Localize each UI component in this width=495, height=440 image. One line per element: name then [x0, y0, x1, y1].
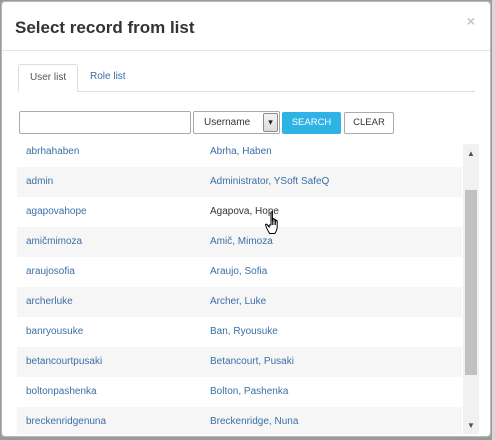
username-cell[interactable]: abrhahaben — [26, 144, 79, 167]
search-button[interactable]: SEARCH — [282, 112, 341, 134]
username-cell[interactable]: agapovahope — [26, 197, 87, 227]
username-cell[interactable]: archerluke — [26, 287, 73, 317]
hand-pointer-icon — [265, 211, 278, 234]
clear-button[interactable]: CLEAR — [344, 112, 394, 134]
username-cell[interactable]: araujosofia — [26, 257, 75, 287]
chevron-down-icon[interactable]: ▾ — [263, 113, 278, 132]
fullname-cell[interactable]: Administrator, YSoft SafeQ — [210, 167, 329, 197]
username-cell[interactable]: admin — [26, 167, 53, 197]
list-item[interactable]: banryousuke Ban, Ryousuke — [17, 317, 462, 347]
list-item[interactable]: archerluke Archer, Luke — [17, 287, 462, 317]
fullname-cell[interactable]: Breckenridge, Nuna — [210, 407, 298, 434]
search-input[interactable] — [19, 111, 191, 134]
tab-user-list[interactable]: User list — [18, 64, 79, 92]
tab-bar: User list Role list — [18, 64, 475, 92]
fullname-cell[interactable]: Archer, Luke — [210, 287, 266, 317]
fullname-cell[interactable]: Araujo, Sofia — [210, 257, 267, 287]
tab-role-list[interactable]: Role list — [79, 64, 137, 91]
fullname-cell[interactable]: Ban, Ryousuke — [210, 317, 278, 347]
list-scrollbar[interactable]: ▲ ▼ — [463, 144, 479, 434]
fullname-cell[interactable]: Abrha, Haben — [210, 144, 272, 167]
username-cell[interactable]: amičmimoza — [26, 227, 82, 257]
list-item[interactable]: amičmimoza Amič, Mimoza — [17, 227, 462, 257]
select-record-dialog: Select record from list × User list Role… — [1, 1, 491, 437]
list-item[interactable]: betancourtpusaki Betancourt, Pusaki — [17, 347, 462, 377]
username-cell[interactable]: betancourtpusaki — [26, 347, 102, 377]
record-list: abrhahaben Abrha, Haben admin Administra… — [17, 144, 479, 434]
username-cell[interactable]: breckenridgenuna — [26, 407, 106, 434]
list-item[interactable]: agapovahope Agapova, Hope — [17, 197, 462, 227]
fullname-cell[interactable]: Bolton, Pashenka — [210, 377, 288, 407]
scrollbar-thumb[interactable] — [465, 190, 477, 375]
username-cell[interactable]: banryousuke — [26, 317, 83, 347]
list-item[interactable]: araujosofia Araujo, Sofia — [17, 257, 462, 287]
list-item[interactable]: abrhahaben Abrha, Haben — [17, 144, 462, 167]
close-icon[interactable]: × — [464, 14, 478, 28]
fullname-cell[interactable]: Betancourt, Pusaki — [210, 347, 294, 377]
dialog-header: Select record from list × — [2, 2, 490, 51]
scroll-down-icon[interactable]: ▼ — [463, 418, 479, 434]
field-select-value: Username — [204, 117, 251, 128]
list-item[interactable]: breckenridgenuna Breckenridge, Nuna — [17, 407, 462, 434]
scroll-up-icon[interactable]: ▲ — [463, 146, 479, 162]
list-item[interactable]: admin Administrator, YSoft SafeQ — [17, 167, 462, 197]
field-select[interactable]: Username ▾ — [193, 111, 280, 134]
fullname-cell[interactable]: Amič, Mimoza — [210, 227, 273, 257]
username-cell[interactable]: boltonpashenka — [26, 377, 97, 407]
list-item[interactable]: boltonpashenka Bolton, Pashenka — [17, 377, 462, 407]
dialog-title: Select record from list — [15, 18, 195, 37]
